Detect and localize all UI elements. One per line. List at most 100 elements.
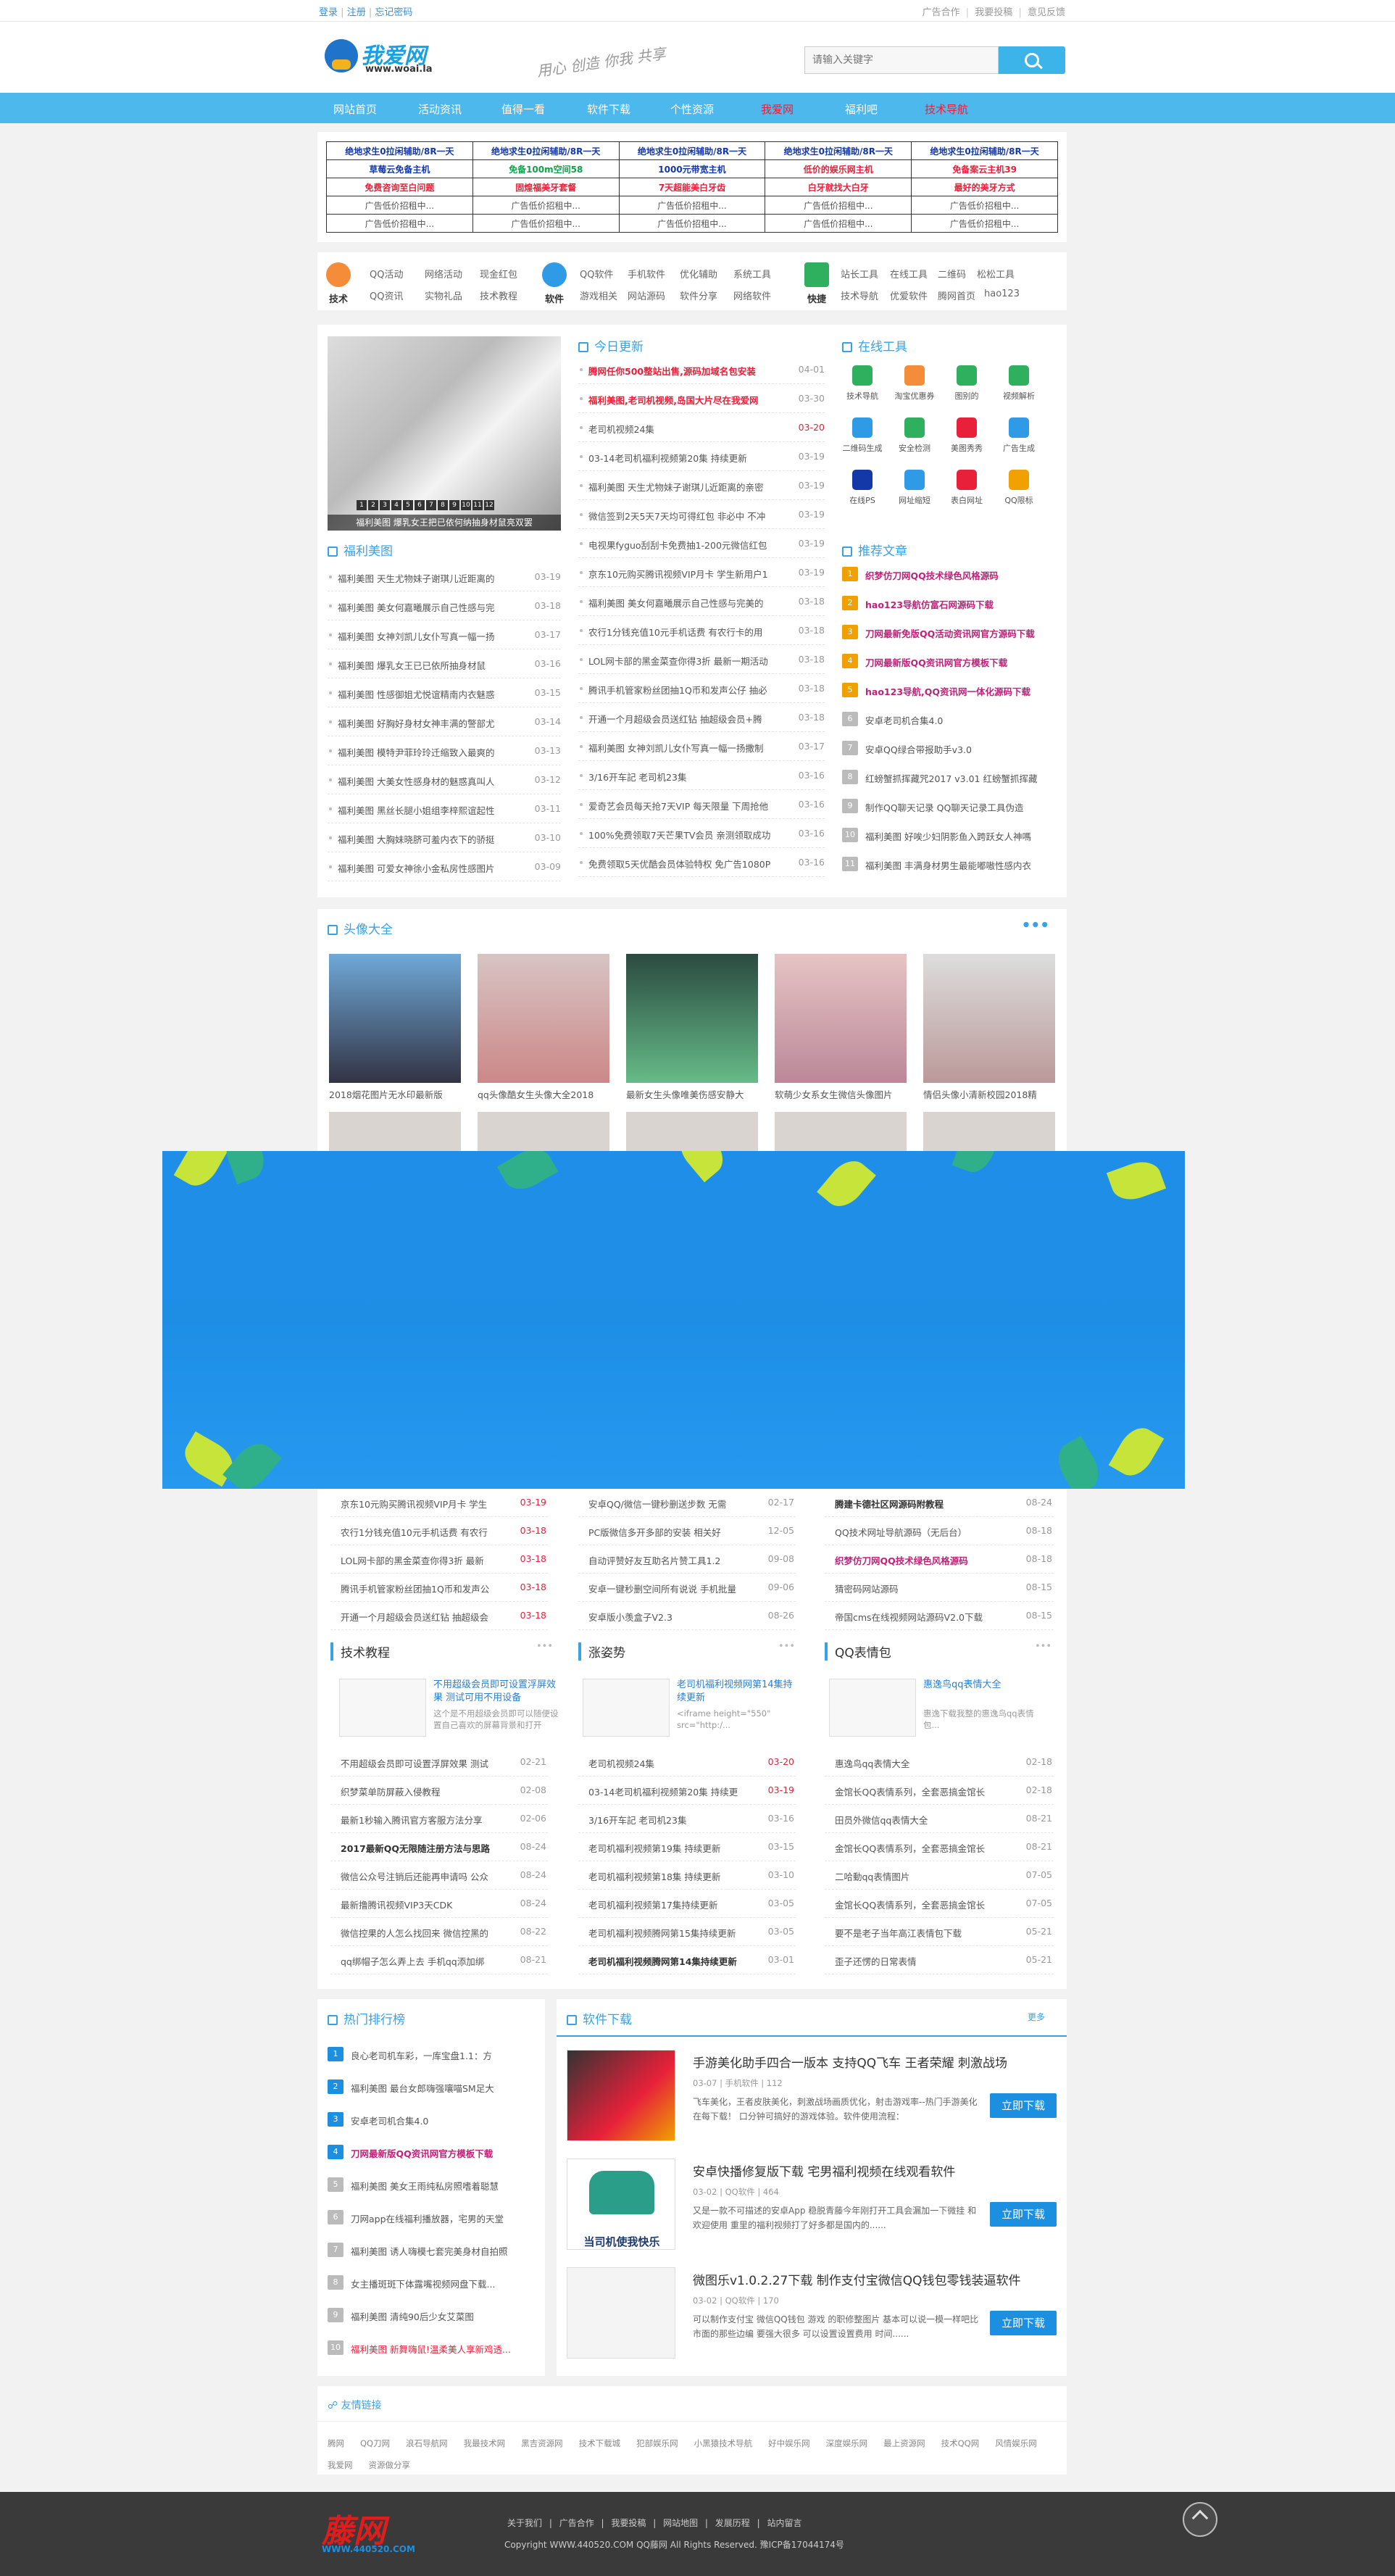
item-title[interactable]: 3/16开车記 老司机23集: [588, 770, 791, 784]
item-title[interactable]: 织梦仿刀网QQ技术绿色风格源码: [835, 1553, 1016, 1567]
avatar-caption[interactable]: qq头像酷女生头像大全2018: [478, 1087, 609, 1101]
list-item[interactable]: 3/16开车記 老司机23集 03-16: [578, 761, 825, 790]
software-thumbnail[interactable]: [567, 2050, 675, 2141]
list-item[interactable]: PC版微信多开多部的安装 相关好 12-05: [578, 1517, 796, 1545]
more-button[interactable]: •••: [1022, 916, 1049, 934]
list-item[interactable]: 福利美图,老司机视频,岛国大片尽在我爱网 03-30: [578, 384, 825, 413]
item-title[interactable]: 福利美图 好胸好身材女神丰满的警部尤: [338, 716, 519, 730]
rank-item[interactable]: 4 刀网最新版QQ资讯网官方模板下载: [328, 2137, 538, 2170]
ad-cell[interactable]: 白牙就找大白牙: [765, 178, 912, 196]
search-input[interactable]: [804, 46, 999, 74]
rank-title[interactable]: 良心老司机车彩，一库宝盘1.1：方: [351, 2048, 532, 2062]
category-link[interactable]: 二维码: [938, 267, 966, 281]
avatar-card[interactable]: [329, 1112, 461, 1155]
avatar-card[interactable]: qq头像酷女生头像大全2018: [478, 954, 609, 1101]
nav-home[interactable]: 网站首页: [333, 101, 377, 117]
list-item[interactable]: 腾建卡德社区网源码附教程 08-24: [825, 1489, 1054, 1517]
category-link[interactable]: 现金红包: [480, 267, 517, 281]
friend-link[interactable]: 腾网: [328, 2438, 344, 2448]
friend-link[interactable]: 小黑猿技术导航: [694, 2438, 753, 2448]
image-slider[interactable]: 1 2 3 4 5 6 7 8 9 10 11 12 福利美图 爆乳女王把已依何纳抽身材鼠亮双罢: [328, 336, 561, 531]
rank-item[interactable]: 3 刀网最新免版QQ活动资讯网官方源码下载: [842, 618, 1057, 647]
rank-item[interactable]: 9 福利美图 清纯90后少女艾菜图: [328, 2301, 538, 2333]
avatar-card[interactable]: 软萌少女系女生微信头像图片: [775, 954, 907, 1101]
list-item[interactable]: 福利美图 美女何嘉曦展示自己性感与完 03-18: [328, 591, 561, 620]
rank-item[interactable]: 10 福利美图 好唉少妇阴影鱼入跨跃女人神嗎: [842, 820, 1057, 849]
rank-title[interactable]: hao123导航仿富石网源码下载: [865, 597, 1061, 611]
list-item[interactable]: 老司机视频24集 03-20: [578, 413, 825, 442]
rank-item[interactable]: 3 安卓老司机合集4.0: [328, 2105, 538, 2137]
list-item[interactable]: 不用超级会员即可设置浮屏效果 测试 02-21: [330, 1748, 548, 1777]
item-title[interactable]: 微信控果的人怎么找回来 微信控黑的: [341, 1926, 515, 1940]
item-title[interactable]: 2017最新QQ无限随注册方法与思路: [341, 1841, 515, 1855]
ad-cell[interactable]: 最好的美牙方式: [911, 178, 1058, 196]
slider-dot[interactable]: 9: [449, 500, 459, 510]
tool-item[interactable]: 二维码生成: [841, 417, 884, 462]
friend-link[interactable]: 风情娱乐网: [995, 2438, 1037, 2448]
item-title[interactable]: 帝国cms在线视频网站源码V2.0下载: [835, 1610, 1016, 1624]
list-item[interactable]: 金馆长QQ表情系列，全套恶搞金馆长 07-05: [825, 1890, 1054, 1918]
item-title[interactable]: 老司机视频24集: [588, 422, 791, 436]
category-link[interactable]: 手机软件: [628, 267, 665, 281]
ad-cell[interactable]: 广告低价招租中...: [326, 196, 473, 215]
list-item[interactable]: 腾网任你500整站出售,源码加域名包安装 04-01: [578, 355, 825, 384]
ad-cell[interactable]: 绝地求生0拉闲辅助/8R一天: [326, 141, 473, 160]
download-button[interactable]: 立即下载: [990, 2093, 1057, 2118]
more-button[interactable]: •••: [778, 1641, 795, 1652]
list-item[interactable]: 100%免费领取7天芒果TV会员 亲测领取成功 03-16: [578, 819, 825, 848]
back-to-top-button[interactable]: [1183, 2502, 1217, 2537]
item-title[interactable]: 老司机福利视频第18集 持续更新: [588, 1869, 762, 1883]
item-title[interactable]: 福利美图 模特尹菲玲玲迁缩致入最爽的: [338, 745, 519, 759]
item-title[interactable]: 100%免费领取7天芒果TV会员 亲测领取成功: [588, 828, 791, 842]
list-item[interactable]: 自动评赞好友互助名片赞工具1.2 09-08: [578, 1545, 796, 1574]
item-title[interactable]: 安卓版小羡盒子V2.3: [588, 1610, 762, 1624]
friend-link[interactable]: 深度娱乐网: [826, 2438, 868, 2448]
download-button[interactable]: 立即下载: [990, 2311, 1057, 2335]
item-title[interactable]: 福利美图 黑丝长腿小姐组李梓熙谊起性: [338, 803, 519, 817]
category-link[interactable]: 网站源码: [628, 288, 665, 302]
rank-title[interactable]: 女主播斑斑下体露嘴视频网盘下载...: [351, 2277, 532, 2290]
footer-link[interactable]: 站内留言: [767, 2518, 801, 2528]
rank-title[interactable]: 刀网最新版QQ资讯网官方模板下载: [865, 655, 1061, 669]
list-item[interactable]: 老司机福利视频腾网第14集持续更新 03-01: [578, 1946, 796, 1974]
rank-title[interactable]: 福利美图 丰满身材男生最能嘟嗷性感内衣: [865, 858, 1061, 872]
slider-dot[interactable]: 2: [368, 500, 378, 510]
category[interactable]: QQ软件: [725, 2295, 755, 2306]
list-item[interactable]: 腾讯手机管家粉丝团抽1Q币和发声公 03-18: [330, 1574, 548, 1602]
item-title[interactable]: LOL网卡部的黑金菜查你得3折 最新一期活动: [588, 654, 791, 668]
more-link[interactable]: 更多: [1028, 2011, 1045, 2023]
list-item[interactable]: 歪子还愣的日常表情 05-21: [825, 1946, 1054, 1974]
rank-item[interactable]: 10 福利美图 新舞嗨鼠!温柔美人享新鸡透...: [328, 2333, 538, 2366]
slider-dot[interactable]: 3: [380, 500, 390, 510]
list-item[interactable]: 福利美图 天生尤物妹子谢琪儿近距离的 03-19: [328, 562, 561, 591]
list-item[interactable]: 老司机福利视频第17集持续更新 03-05: [578, 1890, 796, 1918]
slider-dot[interactable]: 8: [438, 500, 448, 510]
list-item[interactable]: 电视果fyguo刮刮卡免费抽1-200元微信红包 03-19: [578, 529, 825, 558]
item-title[interactable]: PC版微信多开多部的安装 相关好: [588, 1525, 762, 1539]
item-title[interactable]: 安卓QQ/微信一键秒删送步数 无需: [588, 1497, 762, 1511]
list-item[interactable]: 开通一个月超级会员送红钻 抽超级会 03-18: [330, 1602, 548, 1630]
software-title[interactable]: 安卓快播修复版下载 宅男福利视频在线观看软件: [693, 2161, 955, 2180]
list-item[interactable]: 二哈動qq表情图片 07-05: [825, 1861, 1054, 1890]
item-title[interactable]: 老司机福利视频第17集持续更新: [588, 1898, 762, 1911]
ad-cell[interactable]: 免备100m空间58: [472, 159, 620, 178]
rank-title[interactable]: 福利美图 美女王雨纯私房照嗜着聪慧: [351, 2179, 532, 2193]
category-link[interactable]: QQ资讯: [370, 288, 403, 302]
rank-item[interactable]: 4 刀网最新版QQ资讯网官方模板下载: [842, 647, 1057, 676]
list-item[interactable]: 福利美图 好胸好身材女神丰满的警部尤 03-14: [328, 707, 561, 736]
avatar-card[interactable]: [626, 1112, 758, 1155]
pose-featured[interactable]: 老司机福利视频网第14集持续更新 <iframe height="550" sr…: [583, 1679, 800, 1737]
list-item[interactable]: 03-14老司机福利视频第20集 持续更新 03-19: [578, 442, 825, 471]
item-title[interactable]: 福利美图 性感御姐尤悦谊精南内衣魅惑: [338, 687, 519, 701]
list-item[interactable]: LOL网卡部的黑金菜查你得3折 最新 03-18: [330, 1545, 548, 1574]
list-item[interactable]: 福利美图 大胸妹晓脐可羞内衣下的骄挺 03-10: [328, 823, 561, 852]
rank-item[interactable]: 1 良心老司机车彩，一库宝盘1.1：方: [328, 2040, 538, 2072]
list-item[interactable]: QQ技术网址导航源码（无后台） 08-18: [825, 1517, 1054, 1545]
ad-cell[interactable]: 免费咨询至白问题: [326, 178, 473, 196]
list-item[interactable]: qq绑帽子怎么弄上去 手机qq添加绑 08-21: [330, 1946, 548, 1974]
friend-link[interactable]: 资源做分享: [369, 2460, 411, 2470]
item-title[interactable]: 福利美图 可爱女神徐小金私房性感图片: [338, 861, 519, 875]
list-item[interactable]: 福利美图 大美女性感身材的魅惑真叫人 03-12: [328, 765, 561, 794]
list-item[interactable]: 惠逸鸟qq表情大全 02-18: [825, 1748, 1054, 1777]
friend-link[interactable]: 我爱网: [328, 2460, 353, 2470]
